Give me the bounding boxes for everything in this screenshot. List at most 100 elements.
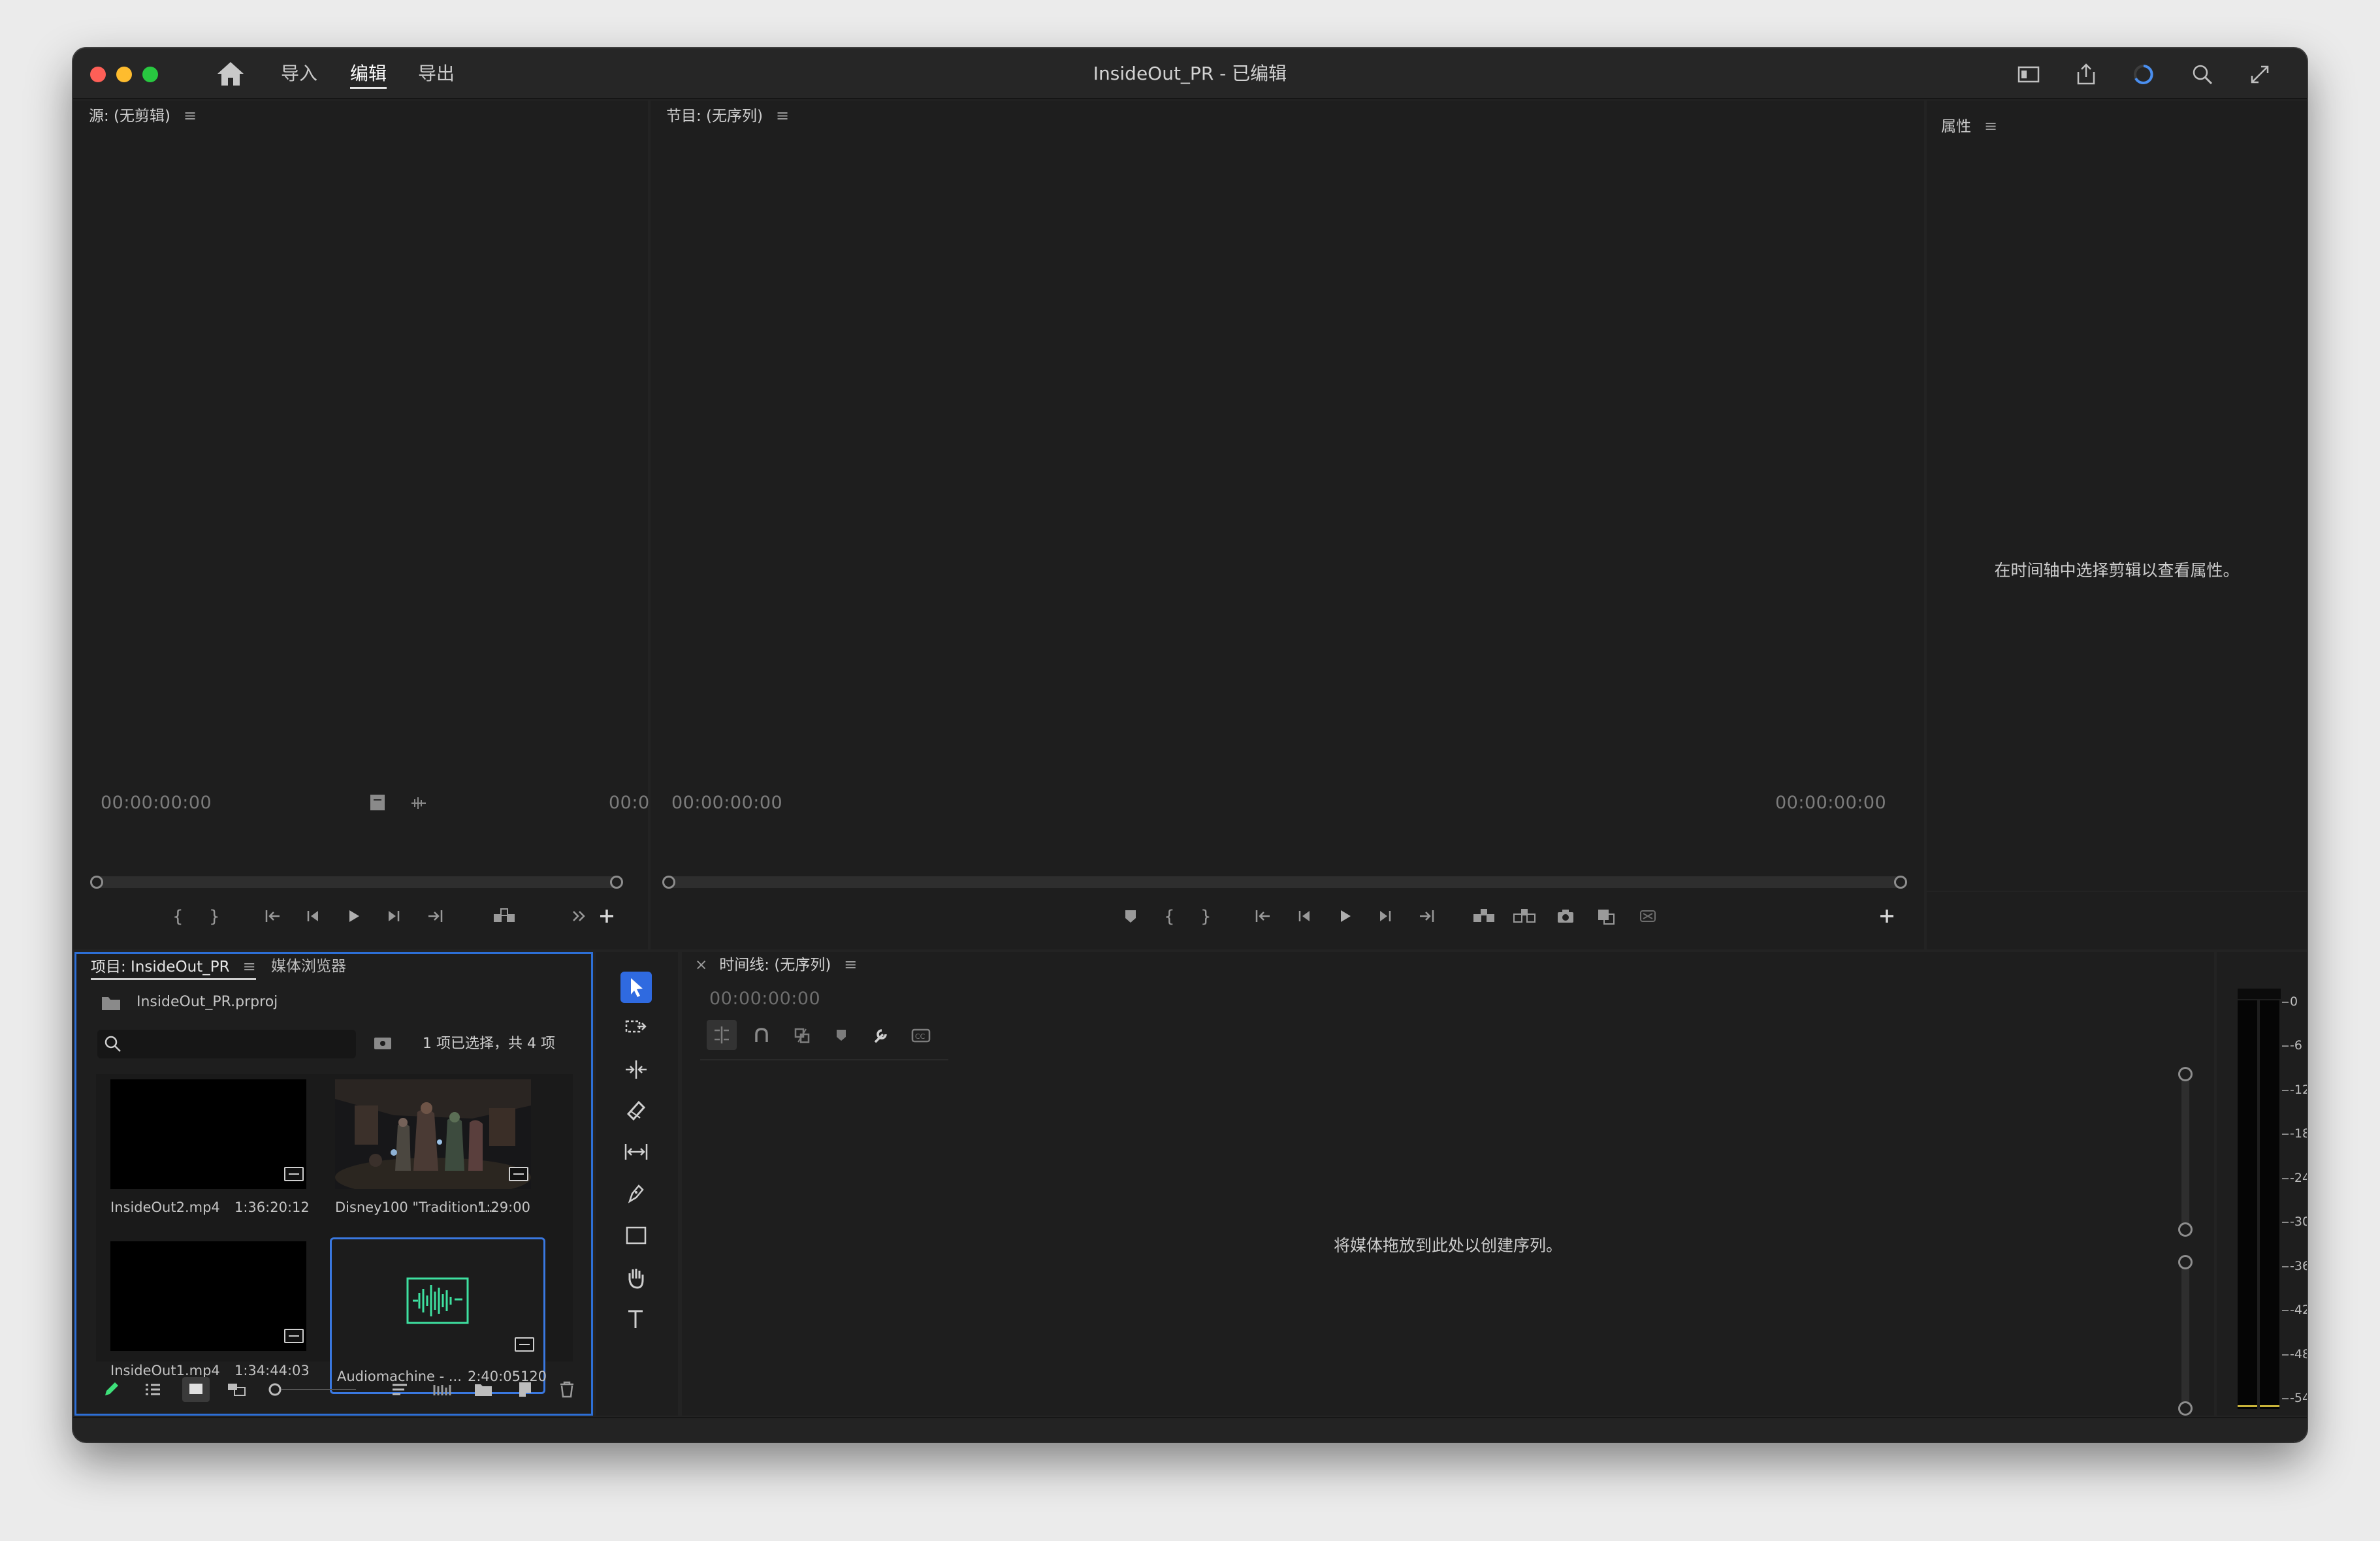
trash-icon[interactable] bbox=[556, 1378, 578, 1401]
program-monitor-title[interactable]: 节目: (无序列) ≡ bbox=[666, 106, 789, 126]
add-marker-icon[interactable] bbox=[1119, 905, 1142, 927]
search-help-icon[interactable] bbox=[2189, 61, 2215, 87]
meter-channel-right bbox=[2260, 1000, 2279, 1409]
video-track-scrollbar[interactable] bbox=[2178, 1067, 2193, 1237]
extract-icon[interactable] bbox=[1511, 905, 1537, 927]
scroll-handle-top[interactable] bbox=[2178, 1255, 2193, 1269]
share-icon[interactable] bbox=[2073, 61, 2099, 87]
comparison-view-icon[interactable] bbox=[1595, 905, 1617, 927]
add-button-icon[interactable] bbox=[1876, 905, 1898, 927]
step-back-icon[interactable] bbox=[302, 905, 324, 927]
audio-track-scrollbar[interactable] bbox=[2178, 1255, 2193, 1416]
go-to-out-icon[interactable] bbox=[423, 905, 445, 927]
drag-audio-icon[interactable] bbox=[409, 794, 428, 812]
drag-video-icon[interactable] bbox=[368, 793, 387, 812]
go-to-out-icon[interactable] bbox=[1415, 905, 1437, 927]
mark-out-icon[interactable]: } bbox=[202, 905, 225, 927]
scroll-handle-bottom[interactable] bbox=[2178, 1401, 2193, 1416]
wrench-settings-icon[interactable] bbox=[869, 1024, 892, 1047]
new-item-icon[interactable] bbox=[514, 1378, 536, 1401]
window-title: InsideOut_PR - 已编辑 bbox=[1093, 63, 1287, 84]
timeline-title[interactable]: × 时间线: (无序列) ≡ bbox=[695, 955, 857, 975]
close-tab-icon[interactable]: × bbox=[695, 957, 707, 974]
panel-menu-icon[interactable]: ≡ bbox=[1984, 116, 1997, 136]
linked-selection-icon[interactable] bbox=[790, 1024, 814, 1047]
workspace-layout-icon[interactable] bbox=[2016, 61, 2042, 87]
clip-item[interactable]: InsideOut2.mp4 1:36:20:12 bbox=[96, 1074, 318, 1218]
db-label: -6 bbox=[2290, 1038, 2302, 1053]
step-back-icon[interactable] bbox=[1293, 905, 1315, 927]
source-out-handle[interactable] bbox=[610, 876, 623, 889]
icon-view-icon[interactable] bbox=[182, 1377, 210, 1402]
snap-magnet-icon[interactable] bbox=[750, 1024, 773, 1047]
source-monitor-title[interactable]: 源: (无剪辑) ≡ bbox=[89, 106, 197, 126]
tab-media-browser[interactable]: 媒体浏览器 bbox=[271, 957, 346, 976]
clip-item-selected[interactable]: Audiomachine - ... 2:40:05120 bbox=[330, 1237, 547, 1394]
insert-icon[interactable] bbox=[491, 905, 517, 927]
selection-tool-icon[interactable] bbox=[620, 972, 652, 1003]
more-controls-icon[interactable] bbox=[568, 905, 590, 927]
program-in-handle[interactable] bbox=[662, 876, 675, 889]
track-select-tool-icon[interactable] bbox=[620, 1012, 652, 1043]
panel-menu-icon[interactable]: ≡ bbox=[776, 106, 789, 125]
mark-in-icon[interactable]: { bbox=[166, 905, 188, 927]
meter-peak-indicator bbox=[2238, 989, 2281, 999]
play-icon[interactable] bbox=[342, 905, 364, 927]
progress-ring-icon[interactable] bbox=[2131, 61, 2157, 87]
project-folder-icon bbox=[100, 993, 122, 1013]
panel-menu-icon[interactable]: ≡ bbox=[243, 957, 256, 976]
clip-item[interactable]: InsideOut1.mp4 1:34:44:03 bbox=[96, 1218, 318, 1378]
scroll-handle-top[interactable] bbox=[2178, 1067, 2193, 1081]
svg-text:{: { bbox=[172, 907, 184, 927]
step-forward-icon[interactable] bbox=[1374, 905, 1396, 927]
tab-project[interactable]: 项目: InsideOut_PR ≡ bbox=[91, 957, 256, 980]
step-forward-icon[interactable] bbox=[383, 905, 405, 927]
rectangle-tool-icon[interactable] bbox=[620, 1220, 652, 1251]
db-label: 0 bbox=[2290, 994, 2298, 1009]
find-bin-icon[interactable] bbox=[372, 1032, 394, 1055]
lift-icon[interactable] bbox=[1471, 905, 1497, 927]
export-frame-camera-icon[interactable] bbox=[1554, 905, 1577, 927]
zoom-slider[interactable] bbox=[267, 1378, 359, 1401]
search-input[interactable] bbox=[97, 1030, 356, 1058]
go-to-in-icon[interactable] bbox=[1253, 905, 1275, 927]
new-bin-icon[interactable] bbox=[472, 1378, 494, 1401]
hand-tool-icon[interactable] bbox=[620, 1262, 652, 1293]
nest-sequence-icon[interactable] bbox=[707, 1020, 737, 1050]
source-in-handle[interactable] bbox=[90, 876, 103, 889]
timeline-title-text: 时间线: (无序列) bbox=[719, 957, 831, 974]
mark-in-icon[interactable]: { bbox=[1157, 905, 1180, 927]
captions-icon[interactable]: CC bbox=[909, 1024, 933, 1047]
ripple-edit-tool-icon[interactable] bbox=[620, 1054, 652, 1085]
vr-video-icon[interactable] bbox=[1637, 905, 1659, 927]
db-tick bbox=[2282, 1045, 2289, 1047]
properties-title[interactable]: 属性 ≡ bbox=[1941, 116, 1997, 136]
play-icon[interactable] bbox=[1334, 905, 1356, 927]
freeform-view-icon[interactable] bbox=[225, 1378, 248, 1401]
source-scrub-bar[interactable] bbox=[90, 876, 623, 889]
scroll-handle-bottom[interactable] bbox=[2178, 1222, 2193, 1237]
panel-menu-icon[interactable]: ≡ bbox=[184, 106, 197, 125]
clip-item[interactable]: Disney100 "Tradition"... 1:29:00 bbox=[321, 1074, 543, 1218]
project-file-name: InsideOut_PR.prproj bbox=[137, 994, 278, 1010]
pencil-icon[interactable] bbox=[100, 1378, 122, 1401]
db-tick bbox=[2282, 1002, 2289, 1003]
panel-menu-icon[interactable]: ≡ bbox=[844, 955, 857, 974]
clip-type-icon bbox=[284, 1329, 304, 1343]
slip-tool-icon[interactable] bbox=[620, 1136, 652, 1168]
fullscreen-icon[interactable] bbox=[2247, 61, 2273, 87]
sort-icon[interactable] bbox=[389, 1378, 411, 1401]
go-to-in-icon[interactable] bbox=[263, 905, 285, 927]
type-tool-icon[interactable] bbox=[620, 1303, 652, 1335]
add-marker-icon[interactable] bbox=[829, 1024, 853, 1047]
program-out-handle[interactable] bbox=[1894, 876, 1907, 889]
razor-tool-icon[interactable] bbox=[620, 1094, 652, 1126]
automate-to-sequence-icon[interactable] bbox=[430, 1378, 453, 1401]
list-view-icon[interactable] bbox=[142, 1378, 164, 1401]
clip-duration: 1:29:00 bbox=[477, 1199, 530, 1215]
pen-tool-icon[interactable] bbox=[620, 1178, 652, 1209]
program-scrub-bar[interactable] bbox=[662, 876, 1907, 889]
clip-thumbnail bbox=[335, 1079, 531, 1189]
mark-out-icon[interactable]: } bbox=[1194, 905, 1216, 927]
add-button-icon[interactable] bbox=[596, 905, 618, 927]
